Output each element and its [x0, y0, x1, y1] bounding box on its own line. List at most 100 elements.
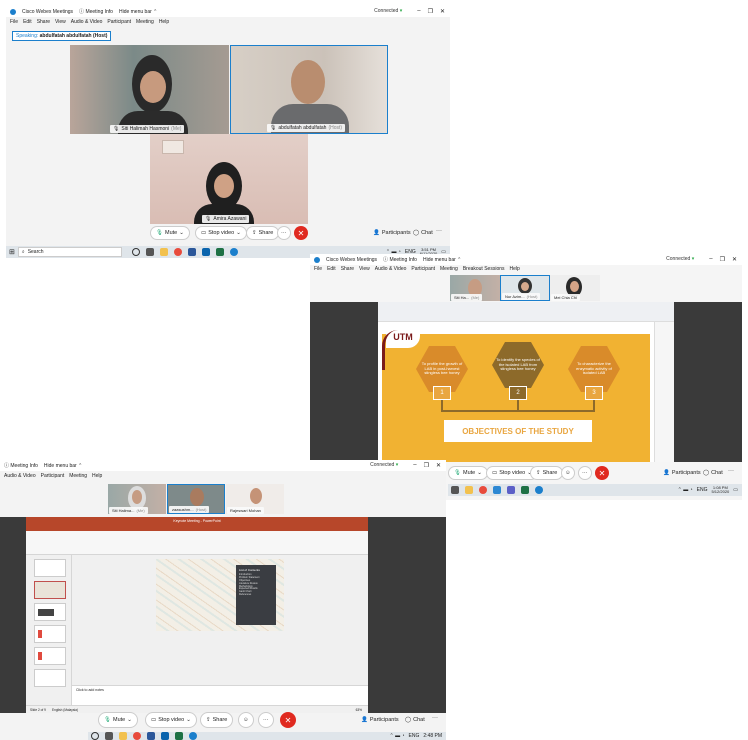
- hide-menu-bar-button[interactable]: Hide menu bar ⌃: [119, 9, 157, 15]
- close-button[interactable]: ✕: [732, 256, 737, 263]
- excel-icon[interactable]: [521, 486, 529, 494]
- powerpoint-window[interactable]: Keynote Meeting - PowerPoint List of Con…: [26, 517, 368, 713]
- minimize-button[interactable]: –: [709, 256, 712, 263]
- more-icon[interactable]: ···: [436, 228, 442, 234]
- more-options-button[interactable]: ···: [578, 466, 592, 480]
- connection-status[interactable]: Connected ▾: [374, 8, 402, 15]
- menu-item-meeting[interactable]: Meeting: [136, 19, 154, 25]
- meeting-info-button[interactable]: ⓘ Meeting Info: [4, 462, 38, 469]
- taskbar-search-box[interactable]: ⌕ Search: [17, 247, 122, 257]
- menu-item-help[interactable]: Help: [92, 473, 102, 479]
- cortana-icon[interactable]: [91, 732, 99, 740]
- video-tile-2[interactable]: 🎙 abdulfatah abdulfatah (Host): [230, 45, 388, 134]
- close-button[interactable]: ✕: [436, 462, 441, 469]
- folder-icon[interactable]: [159, 248, 168, 256]
- clock[interactable]: 1:08 PM 5/12/2020: [711, 485, 729, 495]
- zoom-level[interactable]: 63%: [356, 708, 368, 712]
- end-meeting-button[interactable]: ✕: [294, 226, 308, 240]
- menu-item-view[interactable]: View: [55, 19, 66, 25]
- menu-item-help[interactable]: Help: [510, 266, 520, 272]
- connection-status[interactable]: Connected ▾: [370, 462, 398, 469]
- teams-icon[interactable]: [507, 486, 515, 494]
- menu-item-edit[interactable]: Edit: [23, 19, 32, 25]
- slide-thumb-1[interactable]: [34, 559, 66, 577]
- word-icon[interactable]: [187, 248, 196, 256]
- thumb-3[interactable]: Rajeswari Mohan: [226, 484, 284, 514]
- word-icon[interactable]: [147, 732, 155, 740]
- task-view-icon[interactable]: [105, 732, 113, 740]
- stop-video-button[interactable]: ▭Stop video⌄: [145, 712, 197, 728]
- task-view-icon[interactable]: [451, 486, 459, 494]
- menu-item-meeting[interactable]: Meeting: [69, 473, 87, 479]
- notes-pane[interactable]: Click to add notes: [72, 685, 368, 705]
- menu-item-breakout-sessions[interactable]: Breakout Sessions: [463, 266, 505, 272]
- thumb-1[interactable]: Siti Ha... (Me): [450, 275, 500, 301]
- maximize-button[interactable]: ❐: [424, 462, 429, 469]
- main-slide[interactable]: List of Contents Introduction Problem Sta…: [156, 559, 284, 631]
- thumb-1[interactable]: Siti Halima... (Me): [108, 484, 166, 514]
- language-indicator[interactable]: ENG: [409, 733, 420, 739]
- notification-icon[interactable]: ▭: [733, 487, 738, 493]
- windows-start-icon[interactable]: ⊞: [9, 248, 15, 256]
- video-tile-3[interactable]: 🎙 Amira Azawani: [150, 134, 308, 224]
- more-options-button[interactable]: ···: [258, 712, 274, 728]
- menu-item-audio-video[interactable]: Audio & Video: [375, 266, 407, 272]
- clock-time[interactable]: 2:48 PM: [423, 733, 442, 739]
- end-meeting-button[interactable]: ✕: [595, 466, 609, 480]
- excel-icon[interactable]: [175, 732, 183, 740]
- stop-video-button[interactable]: ▭Stop video⌄: [195, 226, 247, 240]
- maximize-button[interactable]: ❐: [428, 8, 433, 15]
- excel-icon[interactable]: [215, 248, 224, 256]
- shared-app-window[interactable]: UTM To profile the growth of LAB in post…: [378, 302, 674, 462]
- language-indicator[interactable]: ENG: [697, 487, 708, 493]
- chrome-icon[interactable]: [173, 248, 182, 256]
- mute-button[interactable]: 🎙 Mute ⌄: [448, 466, 488, 480]
- emoji-button[interactable]: ☺: [238, 712, 254, 728]
- webex-taskbar-icon[interactable]: [189, 732, 197, 740]
- thumb-2[interactable]: Nur Azim... (Host): [500, 275, 550, 301]
- cortana-icon[interactable]: [131, 248, 140, 256]
- mute-button[interactable]: 🎙 Mute ⌄: [98, 712, 138, 728]
- slide-thumb-6[interactable]: [34, 669, 66, 687]
- meeting-info-button[interactable]: ⓘ Meeting Info: [79, 8, 113, 15]
- minimize-button[interactable]: –: [417, 8, 420, 15]
- menu-item-audio-video[interactable]: Audio & Video: [71, 19, 103, 25]
- outlook-icon[interactable]: [201, 248, 210, 256]
- menu-item-share[interactable]: Share: [37, 19, 50, 25]
- chrome-icon[interactable]: [133, 732, 141, 740]
- more-icon[interactable]: ···: [432, 715, 438, 721]
- hide-menu-bar-button[interactable]: Hide menu bar ⌃: [423, 257, 461, 263]
- menu-item-participant[interactable]: Participant: [107, 19, 131, 25]
- tray-icons[interactable]: ⌃ ▬ ◔: [678, 487, 693, 493]
- chrome-icon[interactable]: [479, 486, 487, 494]
- menu-item-file[interactable]: File: [10, 19, 18, 25]
- slide-thumb-2[interactable]: [34, 581, 66, 599]
- more-icon[interactable]: ···: [728, 468, 734, 474]
- emoji-button[interactable]: ☺: [561, 466, 575, 480]
- menu-item-share[interactable]: Share: [341, 266, 354, 272]
- menu-item-participant[interactable]: Participant: [411, 266, 435, 272]
- menu-item-audio-video[interactable]: Audio & Video: [4, 473, 36, 479]
- menu-item-view[interactable]: View: [359, 266, 370, 272]
- minimize-button[interactable]: –: [413, 462, 416, 469]
- share-button[interactable]: ⇪ Share: [200, 712, 234, 728]
- menu-item-help[interactable]: Help: [159, 19, 169, 25]
- hide-menu-bar-button[interactable]: Hide menu bar ⌃: [44, 463, 82, 469]
- share-button[interactable]: ⇪ Share: [530, 466, 564, 480]
- edge-icon[interactable]: [493, 486, 501, 494]
- share-button[interactable]: ⇪ Share: [246, 226, 280, 240]
- participants-button[interactable]: 👤 Participants: [356, 713, 404, 727]
- task-view-icon[interactable]: [145, 248, 154, 256]
- menu-item-file[interactable]: File: [314, 266, 322, 272]
- menu-item-meeting[interactable]: Meeting: [440, 266, 458, 272]
- end-meeting-button[interactable]: ✕: [280, 712, 296, 728]
- outlook-icon[interactable]: [161, 732, 169, 740]
- mute-button[interactable]: 🎙 Mute ⌄: [150, 226, 190, 240]
- more-options-button[interactable]: ···: [277, 226, 291, 240]
- slide-thumb-3[interactable]: [34, 603, 66, 621]
- close-button[interactable]: ✕: [440, 8, 445, 15]
- chat-button[interactable]: ◯ Chat: [400, 713, 430, 727]
- chat-button[interactable]: ◯ Chat: [698, 466, 728, 480]
- webex-taskbar-icon[interactable]: [535, 486, 543, 494]
- webex-taskbar-icon[interactable]: [229, 248, 238, 256]
